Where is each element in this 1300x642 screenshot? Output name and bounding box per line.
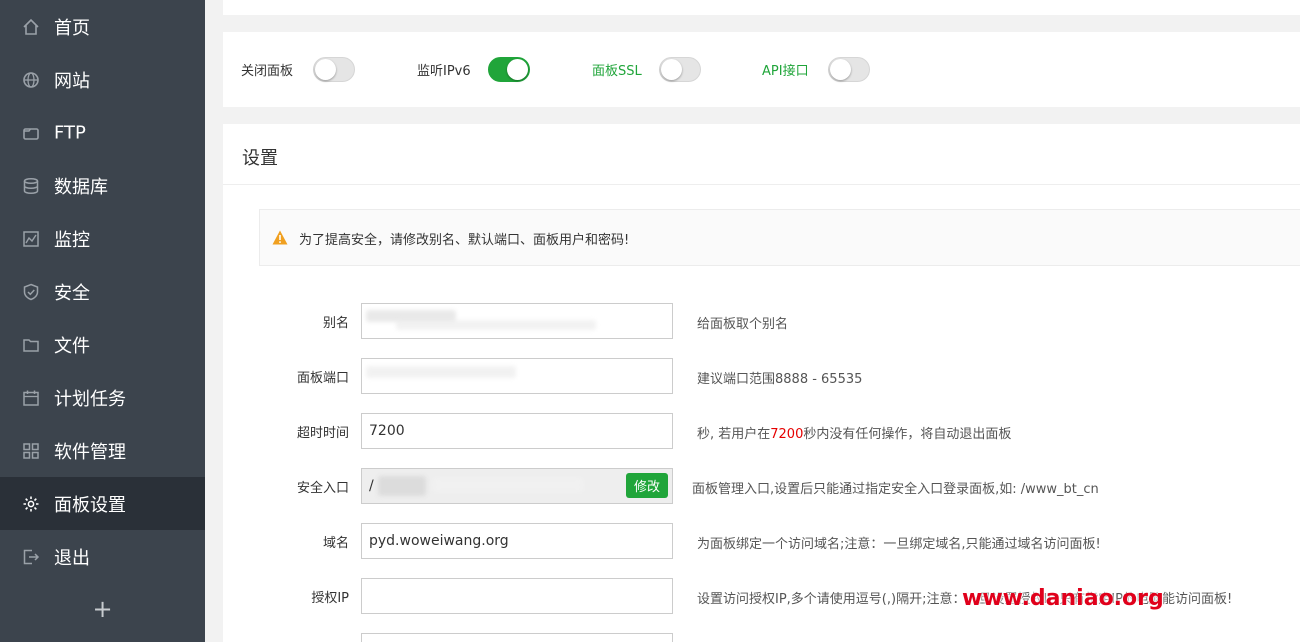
sidebar-item-label: 计划任务 (54, 388, 126, 410)
sidebar-item-label: 监控 (54, 229, 90, 251)
sidebar-item-cron[interactable]: 计划任务 (0, 371, 205, 424)
top-panel (223, 0, 1300, 15)
sidebar-item-label: 文件 (54, 335, 90, 357)
sidebar-item-panel-settings[interactable]: 面板设置 (0, 477, 205, 530)
domain-input[interactable]: pyd.woweiwang.org (361, 523, 673, 559)
authorized-ip-input[interactable] (361, 578, 673, 614)
sidebar-item-label: 首页 (54, 17, 90, 39)
port-label: 面板端口 (296, 371, 349, 386)
settings-title: 设置 (242, 148, 278, 169)
domain-hint: 为面板绑定一个访问域名;注意：一旦绑定域名,只能通过域名访问面板! (697, 537, 1101, 552)
warning-icon (272, 230, 288, 245)
domain-row: 域名 pyd.woweiwang.org 为面板绑定一个访问域名;注意：一旦绑定… (223, 523, 1300, 559)
toggle-ssl: 面板SSL (592, 32, 642, 107)
alias-hint: 给面板取个别名 (697, 317, 789, 332)
globe-icon (23, 71, 39, 88)
sidebar-item-label: 面板设置 (54, 494, 126, 516)
gear-icon (23, 496, 39, 511)
domain-label: 域名 (322, 536, 349, 551)
warning-text: 为了提高安全，请修改别名、默认端口、面板用户和密码! (299, 233, 630, 248)
toggle-label: 监听IPv6 (417, 64, 471, 79)
folder-icon (23, 338, 39, 352)
sidebar-item-label: 数据库 (54, 176, 108, 198)
redacted-blur (396, 320, 596, 330)
watermark-text: www.daniao.org (962, 586, 1164, 611)
warning-box: 为了提高安全，请修改别名、默认端口、面板用户和密码! (259, 209, 1300, 266)
ftp-icon (23, 127, 39, 140)
sidebar-add-button[interactable]: + (0, 586, 205, 632)
sidebar-item-label: 安全 (54, 282, 90, 304)
switch-knob (830, 59, 851, 80)
switch-knob (315, 59, 336, 80)
home-icon (23, 18, 39, 35)
redacted-blur (366, 366, 516, 378)
api-switch[interactable] (828, 57, 870, 82)
ssl-switch[interactable] (659, 57, 701, 82)
redacted-blur (433, 478, 583, 492)
logout-icon (23, 549, 40, 564)
toggle-label: 关闭面板 (241, 64, 294, 79)
toggle-api: API接口 (762, 32, 809, 107)
authorized-ip-label: 授权IP (311, 591, 349, 606)
toggle-label[interactable]: API接口 (762, 60, 809, 79)
sidebar-item-label: 网站 (54, 70, 90, 92)
security-entry-row: 安全入口 / 修改 面板管理入口,设置后只能通过指定安全入口登录面板,如: /w… (223, 468, 1300, 504)
sidebar: 首页 网站 FTP 数据库 监控 安全 文件 计划任务 软件管理 面板设置 退出… (0, 0, 205, 642)
ipv6-switch[interactable] (488, 57, 530, 82)
monitor-icon (23, 230, 39, 247)
sidebar-item-label: 退出 (54, 547, 90, 569)
security-entry-hint: 面板管理入口,设置后只能通过指定安全入口登录面板,如: /www_bt_cn (692, 482, 1099, 497)
sidebar-item-files[interactable]: 文件 (0, 318, 205, 371)
timeout-row: 超时时间 7200 秒, 若用户在7200秒内没有任何操作，将自动退出面板 (223, 413, 1300, 449)
timeout-hint-after: 秒内没有任何操作，将自动退出面板 (803, 427, 1012, 442)
sidebar-item-software[interactable]: 软件管理 (0, 424, 205, 477)
grid-icon (23, 442, 39, 459)
sidebar-item-website[interactable]: 网站 (0, 53, 205, 106)
database-icon (23, 177, 39, 194)
security-entry-label: 安全入口 (296, 481, 349, 496)
timeout-hint-before: 秒, 若用户在 (697, 427, 771, 442)
divider (223, 184, 1300, 185)
next-row-input[interactable] (361, 633, 673, 642)
sidebar-item-home[interactable]: 首页 (0, 0, 205, 53)
toggle-label[interactable]: 面板SSL (592, 60, 642, 79)
next-row (223, 633, 1300, 642)
port-hint: 建议端口范围8888 - 65535 (697, 372, 863, 387)
switch-knob (507, 59, 528, 80)
settings-panel: 设置 为了提高安全，请修改别名、默认端口、面板用户和密码! 别名 给面板取个别名… (223, 124, 1300, 642)
alias-label: 别名 (322, 316, 349, 331)
sidebar-item-security[interactable]: 安全 (0, 265, 205, 318)
sidebar-item-label: 软件管理 (54, 441, 126, 463)
sidebar-item-label: FTP (54, 122, 86, 143)
redacted-blur (378, 476, 426, 496)
sidebar-item-database[interactable]: 数据库 (0, 159, 205, 212)
toggle-close-panel: 关闭面板 (241, 32, 293, 107)
calendar-icon (23, 390, 39, 406)
sidebar-item-logout[interactable]: 退出 (0, 530, 205, 583)
port-row: 面板端口 建议端口范围8888 - 65535 (223, 358, 1300, 394)
timeout-hint-value: 7200 (770, 427, 804, 442)
shield-icon (23, 283, 39, 300)
edit-security-entry-button[interactable]: 修改 (626, 473, 668, 498)
close-panel-switch[interactable] (313, 57, 355, 82)
timeout-hint: 秒, 若用户在7200秒内没有任何操作，将自动退出面板 (697, 423, 1011, 442)
switch-knob (661, 59, 682, 80)
alias-row: 别名 给面板取个别名 (223, 303, 1300, 339)
toggle-ipv6: 监听IPv6 (417, 32, 471, 107)
sidebar-item-ftp[interactable]: FTP (0, 106, 205, 159)
sidebar-item-monitor[interactable]: 监控 (0, 212, 205, 265)
timeout-input[interactable]: 7200 (361, 413, 673, 449)
toggle-panel: 关闭面板 监听IPv6 面板SSL API接口 (223, 32, 1300, 107)
timeout-label: 超时时间 (296, 426, 349, 441)
